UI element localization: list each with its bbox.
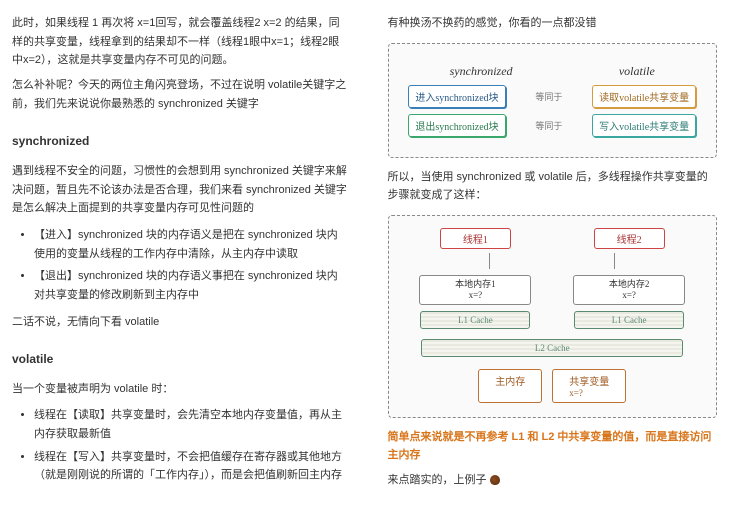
para-5: 当一个变量被声明为 volatile 时： <box>12 380 348 399</box>
l1-cache-2: L1 Cache <box>574 311 684 329</box>
l2-cache: L2 Cache <box>421 339 683 357</box>
list-item: 【退出】synchronized 块的内存语义事把在 synchronized … <box>34 267 348 304</box>
working-memory-2: 本地内存2 x=? <box>573 275 685 305</box>
col-header-sync: synchronized <box>450 64 513 79</box>
heading-volatile: volatile <box>12 349 348 369</box>
left-column: 此时，如果线程 1 再次将 x=1回写，就会覆盖线程2 x=2 的结果，同样的共… <box>0 0 366 512</box>
volatile-list: 线程在【读取】共享变量时，会先清空本地内存变量值，再从主内存获取最新值 线程在【… <box>12 406 348 485</box>
list-item: 【进入】synchronized 块的内存语义是把在 synchronized … <box>34 226 348 263</box>
para-4: 二话不说，无情向下看 volatile <box>12 313 348 332</box>
shared-var-value: x=? <box>569 388 583 398</box>
box-read-volatile: 读取volatile共享变量 <box>592 85 696 108</box>
heading-synchronized: synchronized <box>12 131 348 151</box>
box-write-volatile: 写入volatile共享变量 <box>592 114 696 137</box>
main-memory-label: 主内存 <box>478 369 542 403</box>
chestnut-icon <box>490 475 500 485</box>
right-column: 有种换汤不换药的感觉，你看的一点都没错 synchronized volatil… <box>366 0 731 512</box>
working-memory-1: 本地内存1 x=? <box>419 275 531 305</box>
thread-1-label: 线程1 <box>440 228 511 249</box>
para-1: 此时，如果线程 1 再次将 x=1回写，就会覆盖线程2 x=2 的结果，同样的共… <box>12 14 348 70</box>
col-header-volatile: volatile <box>619 64 655 79</box>
box-exit-sync: 退出synchronized块 <box>408 114 505 137</box>
para-2: 怎么补补呢？今天的两位主角闪亮登场，不过在说明 volatile关键字之前，我们… <box>12 76 348 113</box>
para-r4: 来点踏实的，上例子 <box>388 471 718 490</box>
diagram-memory-model: 线程1 线程2 本地内存1 x=? 本地内存2 x=? L1 Cache L1 … <box>388 215 718 418</box>
arrow-label: 等同于 <box>529 119 568 132</box>
para-3: 遇到线程不安全的问题，习惯性的会想到用 synchronized 关键字来解决问… <box>12 162 348 218</box>
wm1-label: 本地内存1 <box>455 279 496 289</box>
list-item: 线程在【读取】共享变量时，会先清空本地内存变量值，再从主内存获取最新值 <box>34 406 348 443</box>
para-r1: 有种换汤不换药的感觉，你看的一点都没错 <box>388 14 718 33</box>
shared-var-text: 共享变量 <box>569 377 609 388</box>
thread-2-label: 线程2 <box>594 228 665 249</box>
list-item: 线程在【写入】共享变量时，不会把值缓存在寄存器或其他地方（就是刚刚说的所谓的「工… <box>34 448 348 485</box>
box-enter-sync: 进入synchronized块 <box>408 85 505 108</box>
para-r3-highlight: 简单点来说就是不再参考 L1 和 L2 中共享变量的值，而是直接访问主内存 <box>388 428 718 465</box>
l1-cache-1: L1 Cache <box>420 311 530 329</box>
diagram-sync-volatile: synchronized volatile 进入synchronized块 等同… <box>388 43 718 158</box>
wm2-value: x=? <box>622 290 636 300</box>
wm1-value: x=? <box>469 290 483 300</box>
sync-list: 【进入】synchronized 块的内存语义是把在 synchronized … <box>12 226 348 305</box>
arrow-label: 等同于 <box>529 90 568 103</box>
para-r2: 所以，当使用 synchronized 或 volatile 后，多线程操作共享… <box>388 168 718 205</box>
para-r4-text: 来点踏实的，上例子 <box>388 474 487 486</box>
wm2-label: 本地内存2 <box>609 279 650 289</box>
shared-var-label: 共享变量 x=? <box>552 369 626 403</box>
